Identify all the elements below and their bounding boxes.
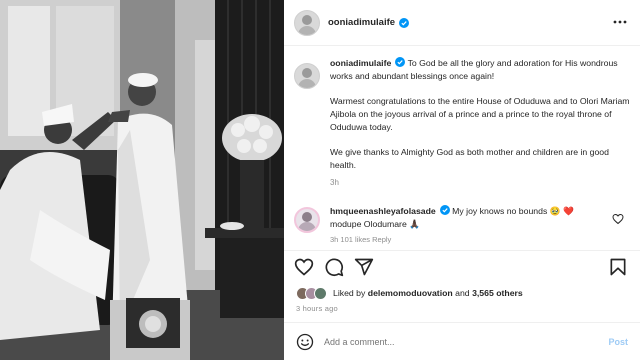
- verified-badge-icon: [395, 57, 406, 67]
- likes-count-link[interactable]: 3,565 others: [472, 288, 523, 298]
- verified-badge-icon: [439, 205, 450, 215]
- commenter-username[interactable]: hmqueenashleyafolasade: [330, 206, 436, 216]
- photo-illustration: [0, 0, 284, 360]
- share-icon[interactable]: [354, 257, 374, 277]
- post-timestamp[interactable]: 3 hours ago: [296, 304, 338, 313]
- author-avatar[interactable]: [294, 9, 320, 36]
- comment-like-heart-icon[interactable]: [612, 213, 624, 225]
- verified-badge-icon: [399, 17, 410, 28]
- post-panel: ooniadimulaife ooniadimulaife To God be …: [284, 0, 640, 360]
- likes-prefix: Liked by: [333, 288, 368, 298]
- liker-avatar[interactable]: [314, 286, 327, 300]
- emoji-icon[interactable]: [296, 333, 314, 351]
- caption-username[interactable]: ooniadimulaife: [330, 58, 391, 68]
- caption-avatar[interactable]: [294, 63, 320, 89]
- likes-middle: and: [452, 288, 473, 298]
- comment-item: hmqueenashleyafolasade My joy knows no b…: [294, 205, 630, 244]
- post-body: ooniadimulaife To God be all the glory a…: [284, 47, 640, 247]
- comment-icon[interactable]: [324, 257, 344, 277]
- liked-by-user-link[interactable]: delemomoduovation: [368, 288, 453, 298]
- caption-paragraph-2: Warmest congratulations to the entire Ho…: [330, 96, 630, 132]
- post-caption: ooniadimulaife To God be all the glory a…: [294, 57, 630, 189]
- more-horizontal-icon[interactable]: [612, 14, 628, 30]
- comment-text: hmqueenashleyafolasade My joy knows no b…: [330, 205, 600, 231]
- caption-text: ooniadimulaife To God be all the glory a…: [330, 57, 630, 189]
- caption-paragraph-3: We give thanks to Almighty God as both m…: [330, 147, 609, 170]
- likes-summary: Liked by delemomoduovation and 3,565 oth…: [296, 284, 523, 302]
- author-username[interactable]: ooniadimulaife: [328, 17, 395, 28]
- add-comment-bar: Post: [284, 322, 640, 360]
- post-photo[interactable]: [0, 0, 284, 360]
- caption-time: 3h: [330, 178, 339, 187]
- post-comment-button[interactable]: Post: [608, 337, 628, 347]
- post-header: ooniadimulaife: [284, 0, 640, 46]
- likes-text: Liked by delemomoduovation and 3,565 oth…: [333, 288, 523, 298]
- commenter-avatar[interactable]: [294, 207, 320, 233]
- comment-meta: 3h 101 likes Reply: [330, 235, 392, 244]
- bookmark-icon[interactable]: [608, 257, 628, 277]
- post-actions: [284, 250, 640, 282]
- add-comment-input[interactable]: [324, 336, 609, 347]
- instagram-post-window: ooniadimulaife ooniadimulaife To God be …: [0, 0, 640, 360]
- heart-icon[interactable]: [294, 257, 314, 277]
